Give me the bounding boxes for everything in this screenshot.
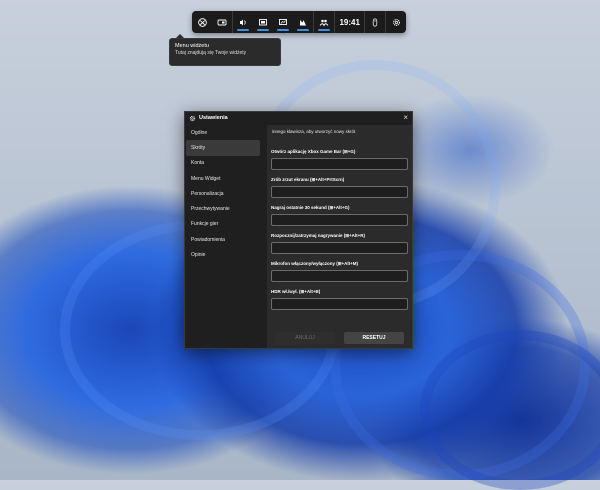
- shortcut-item: Mikrofon włączony/wyłączony (⊞+Alt+M): [267, 260, 412, 282]
- widget-menu-button[interactable]: [212, 11, 232, 33]
- shortcut-input[interactable]: [271, 242, 408, 254]
- tooltip-title: Menu widżetu: [175, 43, 209, 49]
- nav-item-feedback[interactable]: Opinie: [186, 247, 260, 262]
- reset-button[interactable]: RESETUJ: [344, 332, 404, 344]
- game-bar: 19:41: [192, 11, 406, 33]
- nav-item-personalization[interactable]: Personalizacja: [186, 186, 260, 201]
- nav-item-general[interactable]: Ogólne: [186, 125, 260, 140]
- mouse-icon: [371, 18, 379, 27]
- shortcuts-panel: innego klawisza, aby utworzyć nowy skrót…: [267, 125, 412, 348]
- settings-window: Ustawienia × Ogólne Skróty Konta Menu Wi…: [184, 111, 413, 349]
- nav-item-label: Ogólne: [191, 129, 208, 136]
- nav-item-gaming-features[interactable]: Funkcje gier: [186, 217, 260, 232]
- widget-menu-icon: [217, 18, 227, 27]
- close-button[interactable]: ×: [403, 114, 408, 122]
- nav-item-widget-menu[interactable]: Menu Widget: [186, 171, 260, 186]
- shortcut-input[interactable]: [271, 270, 408, 282]
- capture-icon: [258, 18, 268, 27]
- shortcut-label: Otwórz aplikację Xbox Game Bar (⊞+G): [271, 149, 356, 154]
- shortcut-item: Rozpocznij/zatrzymaj nagrywanie (⊞+Alt+R…: [267, 232, 412, 254]
- shortcut-label: HDR wł./wył. (⊞+Alt+B): [271, 289, 321, 294]
- shortcut-label: Nagraj ostatnie 30 sekund (⊞+Alt+G): [271, 205, 350, 210]
- audio-widget-button[interactable]: [232, 11, 253, 33]
- performance-widget-button[interactable]: [273, 11, 293, 33]
- mouse-button[interactable]: [363, 11, 385, 33]
- shortcut-label: Mikrofon włączony/wyłączony (⊞+Alt+M): [271, 261, 359, 266]
- settings-titlebar: Ustawienia ×: [185, 112, 412, 124]
- performance-icon: [278, 18, 288, 27]
- shortcut-input[interactable]: [271, 158, 408, 170]
- capture-widget-button[interactable]: [253, 11, 273, 33]
- xbox-icon: [197, 17, 207, 27]
- settings-icon: [392, 18, 401, 27]
- tooltip-subtitle: Tutaj znajdują się Twoje widżety: [175, 50, 247, 56]
- shortcut-item: HDR wł./wył. (⊞+Alt+B): [267, 288, 412, 310]
- settings-title: Ustawienia: [199, 115, 228, 121]
- nav-item-shortcuts[interactable]: Skróty: [186, 140, 260, 156]
- xbox-button[interactable]: [192, 11, 212, 33]
- audio-icon: [238, 18, 248, 27]
- nav-item-label: Konta: [191, 160, 205, 167]
- nav-item-accounts[interactable]: Konta: [186, 156, 260, 171]
- nav-item-label: Powiadomienia: [191, 236, 225, 243]
- shortcut-input[interactable]: [271, 186, 408, 198]
- nav-item-label: Skróty: [191, 144, 206, 151]
- shortcut-label: Rozpocznij/zatrzymaj nagrywanie (⊞+Alt+R…: [271, 233, 366, 238]
- shortcut-input[interactable]: [271, 298, 408, 310]
- clock: 19:41: [334, 11, 363, 33]
- shortcut-item: Zrób zrzut ekranu (⊞+Alt+PrtScrn): [267, 176, 412, 198]
- nav-item-label: Personalizacja: [191, 190, 224, 197]
- nav-item-label: Przechwytywanie: [191, 206, 230, 213]
- shortcut-item: Nagraj ostatnie 30 sekund (⊞+Alt+G): [267, 204, 412, 226]
- settings-sidebar: Ogólne Skróty Konta Menu Widget Personal…: [185, 125, 261, 348]
- nav-item-capturing[interactable]: Przechwytywanie: [186, 201, 260, 216]
- settings-button[interactable]: [384, 11, 406, 33]
- shortcut-item: Otwórz aplikację Xbox Game Bar (⊞+G): [267, 148, 412, 170]
- nav-item-label: Menu Widget: [191, 175, 221, 182]
- cancel-button[interactable]: ANULUJ: [275, 332, 335, 344]
- resources-icon: [298, 18, 308, 27]
- shortcuts-intro: innego klawisza, aby utworzyć nowy skrót: [272, 129, 356, 134]
- resources-widget-button[interactable]: [293, 11, 313, 33]
- shortcut-input[interactable]: [271, 214, 408, 226]
- shortcut-label: Zrób zrzut ekranu (⊞+Alt+PrtScrn): [271, 177, 345, 182]
- settings-footer: ANULUJ RESETUJ: [267, 328, 412, 348]
- nav-item-notifications[interactable]: Powiadomienia: [186, 232, 260, 247]
- widget-menu-tooltip: Menu widżetu Tutaj znajdują się Twoje wi…: [169, 38, 281, 66]
- nav-item-label: Opinie: [191, 252, 206, 259]
- xbox-social-icon: [319, 18, 329, 27]
- xbox-social-button[interactable]: [313, 11, 334, 33]
- nav-item-label: Funkcje gier: [191, 221, 219, 228]
- settings-icon: [189, 115, 196, 122]
